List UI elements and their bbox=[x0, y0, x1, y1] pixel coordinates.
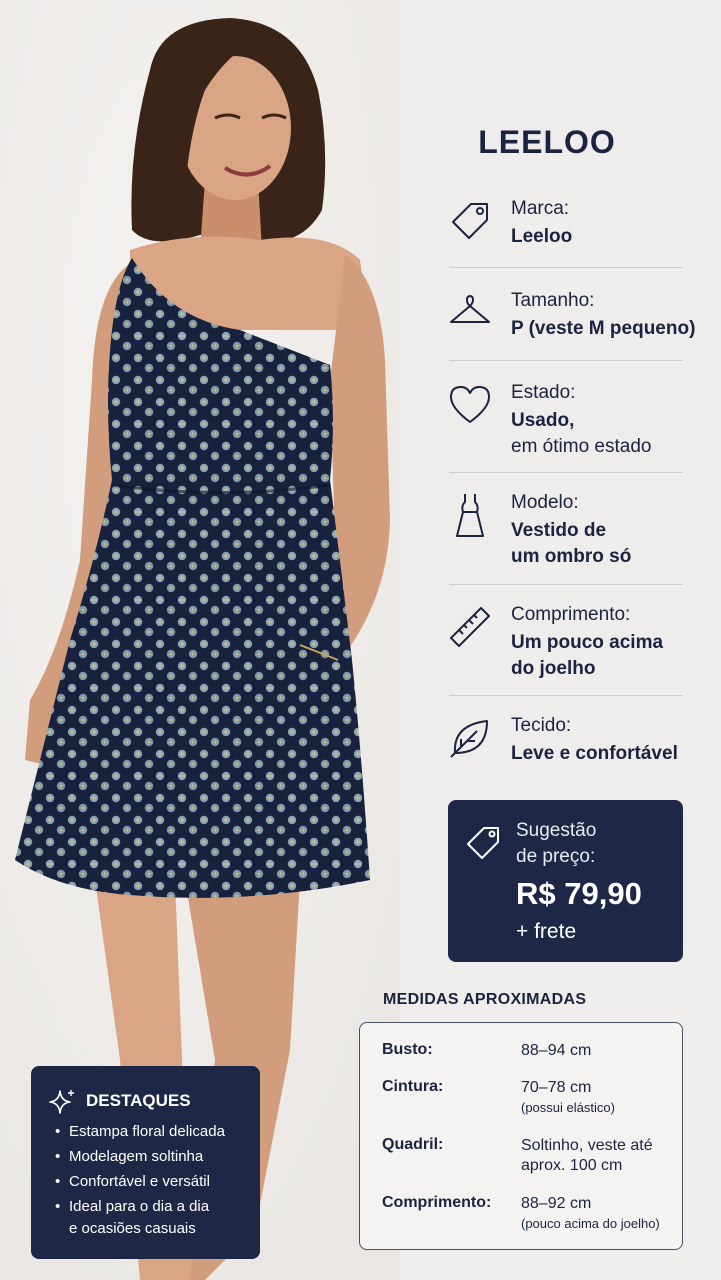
attribute-label: Modelo: bbox=[511, 492, 579, 513]
attribute-brand: Marca: Leeloo bbox=[447, 198, 683, 248]
measurements-title: MEDIDAS APROXIMADAS bbox=[383, 991, 587, 1008]
measurement-value-line1: Soltinho, veste até bbox=[521, 1137, 653, 1154]
divider bbox=[449, 695, 683, 696]
price-label-line2: de preço: bbox=[516, 846, 596, 867]
ruler-icon bbox=[450, 607, 490, 647]
attribute-value-line1: Vestido de bbox=[511, 520, 607, 541]
measurement-value-main: 88–92 cm bbox=[521, 1195, 592, 1212]
price-shipping: + frete bbox=[516, 920, 577, 943]
attribute-label: Comprimento: bbox=[511, 604, 631, 625]
attribute-value: Vestido de um ombro só bbox=[511, 518, 631, 570]
measurement-value: 88–94 cm bbox=[521, 1042, 592, 1059]
attribute-value: Um pouco acima do joelho bbox=[511, 630, 663, 682]
price-label: Sugestão de preço: bbox=[516, 818, 596, 870]
highlight-item: Modelagem soltinha bbox=[53, 1147, 225, 1167]
divider bbox=[449, 267, 683, 268]
price-label-line1: Sugestão bbox=[516, 820, 597, 841]
divider bbox=[449, 472, 683, 473]
attribute-label: Tamanho: bbox=[511, 290, 595, 311]
attribute-condition: Estado: Usado, em ótimo estado bbox=[447, 382, 683, 458]
measurement-value: 70–78 cm (possui elástico) bbox=[521, 1078, 615, 1118]
attribute-size: Tamanho: P (veste M pequeno) bbox=[447, 290, 695, 340]
price-value: R$ 79,90 bbox=[516, 876, 642, 911]
measurement-key: Quadril: bbox=[382, 1136, 444, 1153]
measurement-note: (pouco acima do joelho) bbox=[521, 1216, 660, 1231]
attribute-value-line2: do joelho bbox=[511, 658, 596, 679]
measurement-value: 88–92 cm (pouco acima do joelho) bbox=[521, 1194, 660, 1234]
attribute-value: Usado, em ótimo estado bbox=[511, 408, 651, 460]
heart-icon bbox=[450, 386, 490, 423]
price-tag-icon bbox=[452, 203, 488, 239]
dress-icon bbox=[456, 494, 484, 537]
highlight-item-continued: e ocasiões casuais bbox=[69, 1220, 196, 1237]
price-suggestion-box: Sugestão de preço: R$ 79,90 + frete bbox=[448, 800, 683, 962]
highlights-list: Estampa floral delicada Modelagem soltin… bbox=[53, 1122, 225, 1244]
measurement-key: Cintura: bbox=[382, 1078, 444, 1095]
attribute-fabric: Tecido: Leve e confortável bbox=[447, 715, 683, 765]
attribute-value-main: Usado, bbox=[511, 410, 575, 431]
measurement-value-main: 70–78 cm bbox=[521, 1079, 592, 1096]
divider bbox=[449, 584, 683, 585]
highlights-box: DESTAQUES Estampa floral delicada Modela… bbox=[31, 1066, 260, 1259]
highlight-item: Ideal para o dia a dia bbox=[53, 1197, 225, 1217]
measurement-key: Busto: bbox=[382, 1041, 433, 1058]
measurement-value-line2: aprox. 100 cm bbox=[521, 1157, 623, 1174]
attribute-value-line2: um ombro só bbox=[511, 546, 632, 567]
highlights-title: DESTAQUES bbox=[86, 1091, 191, 1110]
measurement-value: Soltinho, veste até aprox. 100 cm bbox=[521, 1136, 653, 1176]
price-tag-icon bbox=[467, 827, 499, 859]
hanger-icon bbox=[450, 295, 490, 323]
sparkle-icon bbox=[49, 1090, 74, 1114]
attribute-value-line1: Um pouco acima bbox=[511, 632, 664, 653]
highlight-item: Confortável e versátil bbox=[53, 1172, 225, 1192]
attribute-value: P (veste M pequeno) bbox=[511, 318, 696, 339]
attribute-value: Leeloo bbox=[511, 226, 573, 247]
attribute-length: Comprimento: Um pouco acima do joelho bbox=[447, 604, 683, 680]
measurements-table: Busto: 88–94 cm Cintura: 70–78 cm (possu… bbox=[359, 1022, 683, 1250]
leaf-icon bbox=[450, 720, 488, 758]
attribute-value: Leve e confortável bbox=[511, 743, 678, 764]
highlight-item: Estampa floral delicada bbox=[53, 1122, 225, 1142]
attribute-label: Tecido: bbox=[511, 715, 572, 736]
divider bbox=[449, 360, 683, 361]
attribute-value-sub: em ótimo estado bbox=[511, 436, 652, 457]
attribute-label: Estado: bbox=[511, 382, 576, 403]
attribute-label: Marca: bbox=[511, 198, 570, 219]
measurement-note: (possui elástico) bbox=[521, 1100, 615, 1115]
product-brand-title: LEELOO bbox=[478, 124, 616, 160]
attribute-model: Modelo: Vestido de um ombro só bbox=[447, 492, 683, 568]
measurement-key: Comprimento: bbox=[382, 1194, 492, 1211]
